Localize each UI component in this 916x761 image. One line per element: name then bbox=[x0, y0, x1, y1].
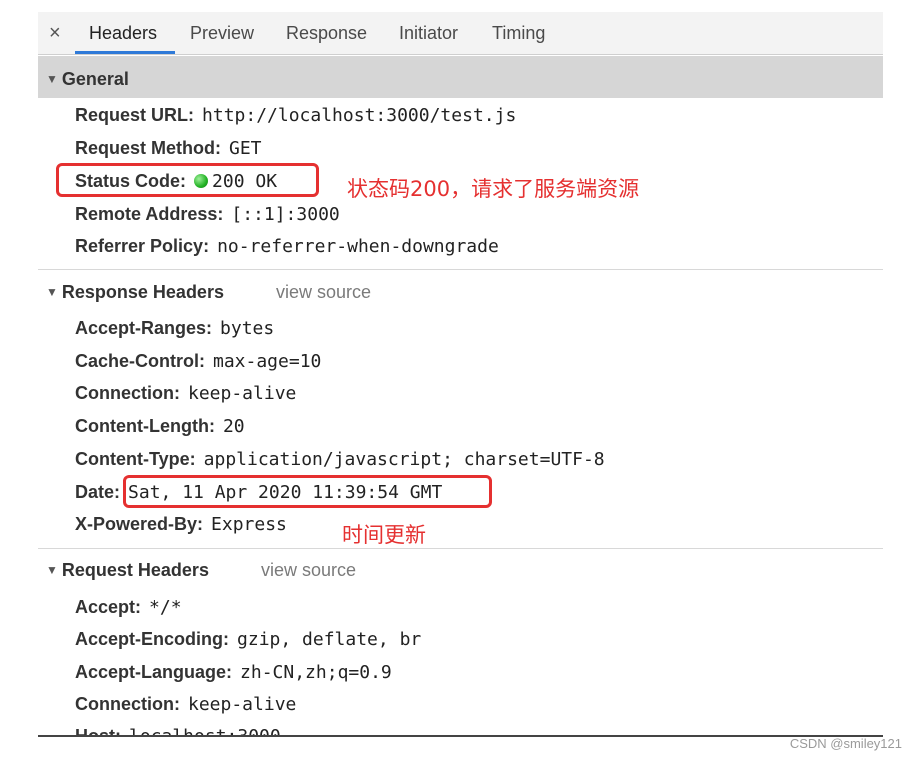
header-value: no-referrer-when-downgrade bbox=[217, 236, 499, 257]
header-value: max-age=10 bbox=[213, 351, 322, 372]
section-divider bbox=[38, 548, 883, 549]
header-key: Remote Address: bbox=[75, 204, 224, 224]
header-value: gzip, deflate, br bbox=[237, 629, 422, 650]
general-section-header[interactable]: ▼ General bbox=[38, 56, 883, 98]
tab-bar: × Headers Preview Response Initiator Tim… bbox=[38, 12, 883, 55]
tab-initiator[interactable]: Initiator bbox=[399, 23, 458, 44]
tab-headers[interactable]: Headers bbox=[89, 23, 157, 44]
tab-timing[interactable]: Timing bbox=[492, 23, 545, 44]
date-highlight bbox=[123, 475, 492, 508]
general-row: Referrer Policy: no-referrer-when-downgra… bbox=[75, 236, 499, 257]
response-headers-label: Response Headers bbox=[61, 282, 224, 302]
header-key: Connection: bbox=[75, 383, 180, 403]
header-value: */* bbox=[149, 597, 182, 618]
header-key: Accept: bbox=[75, 597, 142, 617]
watermark: CSDN @smiley121 bbox=[789, 736, 902, 751]
close-icon[interactable]: × bbox=[49, 22, 61, 45]
header-key: Date: bbox=[75, 482, 121, 502]
request-headers-label: Request Headers bbox=[61, 560, 209, 580]
collapse-triangle-icon: ▼ bbox=[46, 563, 58, 577]
response-header-row: Connection: keep-alive bbox=[75, 383, 296, 404]
request-header-row: Accept-Encoding: gzip, deflate, br bbox=[75, 629, 421, 650]
collapse-triangle-icon: ▼ bbox=[46, 285, 58, 299]
header-key: Request Method: bbox=[75, 138, 221, 158]
general-row: Request Method: GET bbox=[75, 138, 262, 159]
header-value: [::1]:3000 bbox=[231, 204, 340, 225]
response-header-row: Accept-Ranges: bytes bbox=[75, 318, 274, 339]
request-header-row: Accept-Language: zh-CN,zh;q=0.9 bbox=[75, 662, 392, 683]
header-value: application/javascript; charset=UTF-8 bbox=[203, 449, 605, 470]
header-value: Express bbox=[211, 514, 287, 535]
response-header-row: Cache-Control: max-age=10 bbox=[75, 351, 321, 372]
view-source-link[interactable]: view source bbox=[261, 560, 356, 581]
request-header-row: Accept: */* bbox=[75, 597, 182, 618]
response-header-row: Content-Length: 20 bbox=[75, 416, 245, 437]
header-key: Accept-Encoding: bbox=[75, 629, 230, 649]
general-title[interactable]: ▼ General bbox=[46, 69, 129, 90]
header-key: Cache-Control: bbox=[75, 351, 205, 371]
status-annotation: 状态码200，请求了服务端资源 bbox=[347, 177, 640, 201]
header-key: Accept-Language: bbox=[75, 662, 233, 682]
collapse-triangle-icon: ▼ bbox=[46, 72, 58, 86]
view-source-link[interactable]: view source bbox=[276, 282, 371, 303]
header-key: Content-Length: bbox=[75, 416, 215, 436]
header-value: keep-alive bbox=[188, 694, 297, 715]
response-headers-title[interactable]: ▼ Response Headers bbox=[46, 282, 224, 303]
request-headers-title[interactable]: ▼ Request Headers bbox=[46, 560, 209, 581]
header-value: 20 bbox=[222, 416, 245, 437]
tab-preview[interactable]: Preview bbox=[190, 23, 254, 44]
general-title-label: General bbox=[61, 69, 129, 89]
header-key: X-Powered-By: bbox=[75, 514, 204, 534]
header-key: Request URL: bbox=[75, 105, 195, 125]
status-code-highlight bbox=[56, 163, 319, 197]
bottom-rule bbox=[38, 735, 883, 737]
header-value: GET bbox=[229, 138, 262, 159]
header-key: Accept-Ranges: bbox=[75, 318, 213, 338]
response-header-row: X-Powered-By: Express bbox=[75, 514, 287, 535]
section-divider bbox=[38, 269, 883, 270]
general-row: Remote Address: [::1]:3000 bbox=[75, 204, 340, 225]
devtools-headers-panel: × Headers Preview Response Initiator Tim… bbox=[38, 12, 883, 736]
active-tab-indicator bbox=[75, 51, 175, 54]
header-value: bytes bbox=[220, 318, 275, 339]
response-header-row: Content-Type: application/javascript; cha… bbox=[75, 449, 605, 470]
header-value: http://localhost:3000/test.js bbox=[202, 105, 517, 126]
date-annotation: 时间更新 bbox=[342, 523, 426, 547]
header-key: Referrer Policy: bbox=[75, 236, 210, 256]
header-value: keep-alive bbox=[188, 383, 297, 404]
general-row: Request URL: http://localhost:3000/test.j… bbox=[75, 105, 516, 126]
header-value: zh-CN,zh;q=0.9 bbox=[240, 662, 392, 683]
header-key: Content-Type: bbox=[75, 449, 196, 469]
request-header-row: Connection: keep-alive bbox=[75, 694, 296, 715]
header-key: Connection: bbox=[75, 694, 180, 714]
tab-response[interactable]: Response bbox=[286, 23, 367, 44]
